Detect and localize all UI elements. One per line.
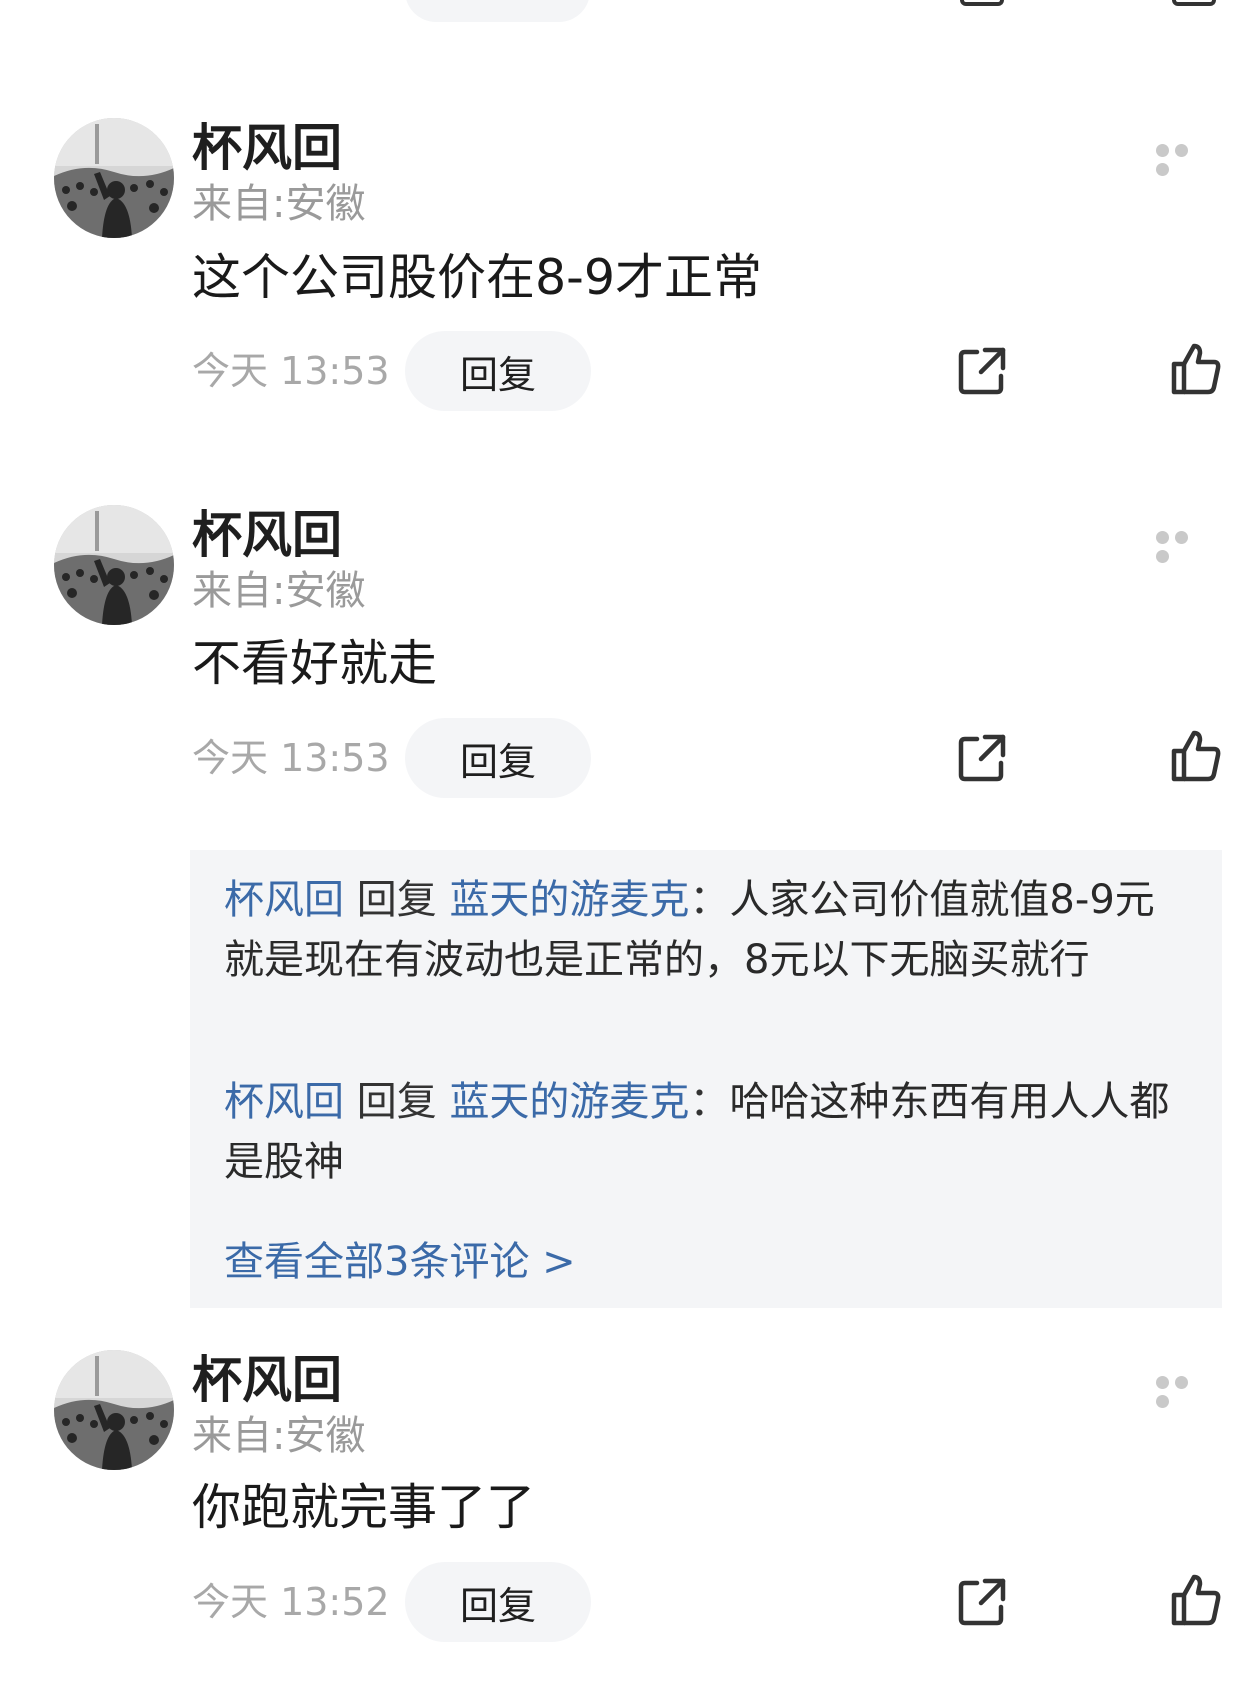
- more-dots-icon[interactable]: [1156, 142, 1212, 176]
- username[interactable]: 杯风回: [192, 118, 342, 178]
- reply-verb: 回复: [356, 877, 437, 923]
- location-label: 来自:安徽: [192, 181, 366, 227]
- sub-replies-box[interactable]: 杯风回 回复 蓝天的游麦克：人家公司价值就值8-9元就是现在有波动也是正常的，8…: [190, 850, 1222, 1308]
- share-icon[interactable]: [955, 731, 1009, 785]
- timestamp: 今天 13:53: [192, 736, 390, 780]
- reply-button-partial[interactable]: [405, 0, 590, 22]
- reply-author-link[interactable]: 杯风回: [224, 1079, 344, 1125]
- timestamp: 今天 13:52: [192, 1580, 390, 1624]
- avatar[interactable]: [54, 118, 174, 238]
- reply-separator: ：: [689, 1079, 730, 1125]
- share-icon[interactable]: [955, 344, 1009, 398]
- avatar-photo-icon: [54, 118, 174, 238]
- avatar[interactable]: [54, 1350, 174, 1470]
- avatar-photo-icon: [54, 505, 174, 625]
- avatar[interactable]: [54, 505, 174, 625]
- share-icon[interactable]: [960, 0, 1004, 6]
- more-dots-icon[interactable]: [1156, 529, 1212, 563]
- comment-text: 不看好就走: [192, 635, 438, 692]
- reply-separator: ：: [689, 877, 730, 923]
- username[interactable]: 杯风回: [192, 505, 342, 565]
- thumbs-up-icon[interactable]: [1172, 0, 1216, 6]
- timestamp: 今天 13:53: [192, 349, 390, 393]
- thumbs-up-icon[interactable]: [1168, 729, 1222, 783]
- reply-button[interactable]: 回复: [405, 1562, 591, 1642]
- share-icon[interactable]: [955, 1575, 1009, 1629]
- reply-target-link[interactable]: 蓝天的游麦克: [449, 1079, 689, 1125]
- reply-target-link[interactable]: 蓝天的游麦克: [449, 877, 689, 923]
- view-all-replies-link[interactable]: 查看全部3条评论 >: [224, 1232, 576, 1292]
- thumbs-up-icon[interactable]: [1168, 342, 1222, 396]
- sub-reply[interactable]: 杯风回 回复 蓝天的游麦克：哈哈这种东西有用人人都是股神: [224, 1072, 1184, 1192]
- comment-text: 这个公司股价在8-9才正常: [192, 249, 763, 306]
- reply-verb: 回复: [356, 1079, 437, 1125]
- more-dots-icon[interactable]: [1156, 1374, 1212, 1408]
- reply-author-link[interactable]: 杯风回: [224, 877, 344, 923]
- thumbs-up-icon[interactable]: [1168, 1573, 1222, 1627]
- comment-text: 你跑就完事了了: [192, 1479, 536, 1536]
- location-label: 来自:安徽: [192, 568, 366, 614]
- location-label: 来自:安徽: [192, 1413, 366, 1459]
- avatar-photo-icon: [54, 1350, 174, 1470]
- reply-button[interactable]: 回复: [405, 331, 591, 411]
- reply-button[interactable]: 回复: [405, 718, 591, 798]
- username[interactable]: 杯风回: [192, 1350, 342, 1410]
- sub-reply[interactable]: 杯风回 回复 蓝天的游麦克：人家公司价值就值8-9元就是现在有波动也是正常的，8…: [224, 870, 1184, 990]
